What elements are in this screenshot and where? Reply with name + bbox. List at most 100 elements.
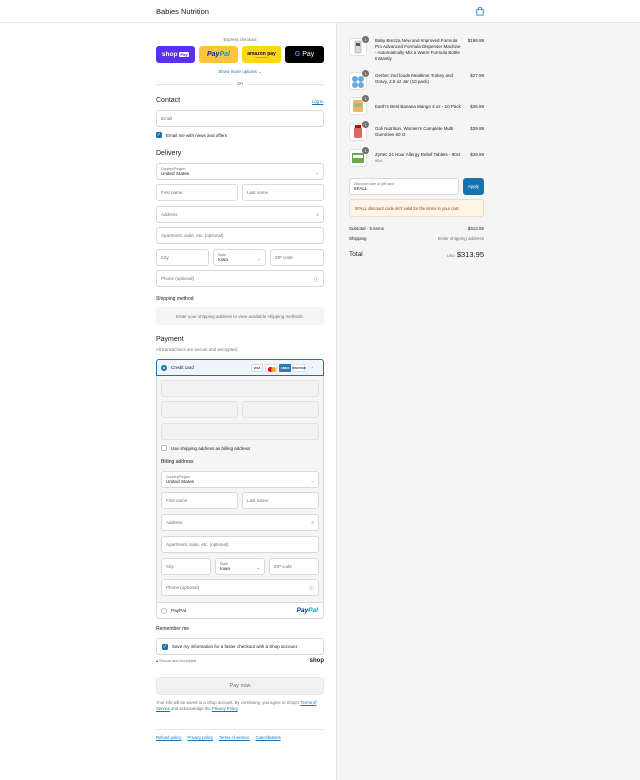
billing-last-name-placeholder: Last name <box>247 498 269 503</box>
more-cards-icon[interactable]: → <box>309 364 314 372</box>
news-checkbox-label: Email me with news and offers <box>166 132 227 138</box>
shopping-bag-icon[interactable] <box>476 7 484 16</box>
privacy-policy-link[interactable]: Privacy Policy <box>212 706 238 711</box>
billing-apartment-field[interactable]: Apartment, suite, etc. (optional) <box>161 536 319 553</box>
billing-address-heading: Billing address <box>161 459 194 465</box>
mastercard-icon <box>265 364 277 372</box>
store-name[interactable]: Babies Nutrition <box>156 7 209 16</box>
apartment-field[interactable]: Apartment, suite, etc. (optional) <box>156 227 324 244</box>
name-on-card-field[interactable] <box>161 423 319 440</box>
billing-zip-field[interactable]: ZIP code <box>269 558 319 575</box>
login-link[interactable]: Log in <box>312 99 323 104</box>
billing-same-label: Use shipping address as billing address <box>171 445 251 451</box>
billing-address-field[interactable]: Address ⌕ <box>161 514 319 531</box>
help-icon[interactable]: ⓘ <box>314 276 319 283</box>
item-price: $27.99 <box>470 73 484 78</box>
total-label: Total <box>349 251 363 258</box>
billing-last-name-field[interactable]: Last name <box>242 492 319 509</box>
city-field[interactable]: City <box>156 249 209 266</box>
billing-phone-field[interactable]: Phone (optional) ⓘ <box>161 579 319 596</box>
card-logos: VISA AMEX DISCOVER → <box>251 364 314 372</box>
billing-same-checkbox[interactable] <box>161 445 167 451</box>
item-name: Goli Nutrition, Women's Complete Multi G… <box>375 126 454 137</box>
remember-me-checkbox[interactable]: ✓ <box>162 643 168 650</box>
item-variant: 90ct <box>375 159 383 163</box>
payment-subtitle: All transactions are secure and encrypte… <box>156 347 239 352</box>
security-code-field[interactable] <box>242 401 319 418</box>
chevron-down-icon: ⌄ <box>310 478 314 483</box>
billing-state-select[interactable]: State Iowa ⌄ <box>215 558 265 575</box>
phone-field[interactable]: Phone (optional) ⓘ <box>156 270 324 287</box>
or-divider: OR <box>156 81 324 86</box>
billing-country-select[interactable]: Country/Region United States ⌄ <box>161 471 319 488</box>
first-name-field[interactable]: First name <box>156 184 238 201</box>
header: Babies Nutrition <box>0 0 640 23</box>
billing-city-field[interactable]: City <box>161 558 211 575</box>
amazon-smile-icon <box>254 56 269 58</box>
legal-text: Your info will be saved to a Shop accoun… <box>156 700 324 712</box>
shipping-method-notice: Enter your shipping address to view avai… <box>156 307 324 325</box>
billing-zip-placeholder: ZIP code <box>274 564 292 569</box>
apply-discount-button[interactable]: Apply <box>463 178 484 195</box>
country-select[interactable]: Country/Region United States ⌄ <box>156 163 324 180</box>
legal-text-2: and acknowledge the <box>171 706 211 711</box>
footer-links: Refund policy Privacy policy Terms of se… <box>156 735 281 740</box>
address-field[interactable]: Address ⌕ <box>156 206 324 223</box>
credit-card-label: Credit card <box>171 365 194 370</box>
billing-city-placeholder: City <box>166 564 174 569</box>
total-value: $313.95 <box>456 250 484 259</box>
total-value-group: USD $313.95 <box>447 250 484 259</box>
last-name-field[interactable]: Last name <box>242 184 324 201</box>
amazon-pay-button[interactable]: amazon pay <box>242 46 281 63</box>
email-placeholder: Email <box>161 116 173 121</box>
chevron-down-icon: ⌄ <box>257 256 261 261</box>
order-item: 1 Baby Brezza New and Improved Formula P… <box>349 36 484 67</box>
expiration-field[interactable] <box>161 401 238 418</box>
credit-card-panel: Use shipping address as billing address … <box>156 376 324 602</box>
shipping-method-heading: Shipping method <box>156 296 194 302</box>
discount-value: 5FALL <box>354 186 368 191</box>
terms-of-service-footer-link[interactable]: Terms of service <box>219 735 249 740</box>
amex-icon: AMEX <box>279 364 291 372</box>
country-value: United States <box>161 171 190 176</box>
zip-field[interactable]: ZIP code <box>270 249 324 266</box>
lock-icon: 🔒︎ <box>156 659 159 663</box>
paypal-express-button[interactable]: Pay Pal <box>199 46 238 63</box>
billing-same-checkbox-row[interactable]: Use shipping address as billing address <box>161 445 250 451</box>
state-value: Iowa <box>218 257 228 262</box>
cancellations-link[interactable]: Cancellations <box>255 735 280 740</box>
item-price: $29.99 <box>470 126 484 131</box>
state-select[interactable]: State Iowa ⌄ <box>213 249 266 266</box>
apartment-placeholder: Apartment, suite, etc. (optional) <box>161 233 224 238</box>
discount-error-message: 5FALL discount code isn't valid for the … <box>349 199 484 217</box>
search-icon: ⌕ <box>316 212 319 218</box>
credit-card-radio[interactable] <box>161 364 167 371</box>
credit-card-option[interactable]: Credit card VISA AMEX DISCOVER → <box>156 359 324 376</box>
shop-pay-badge: Pay <box>178 52 190 57</box>
card-number-field[interactable] <box>161 380 319 397</box>
help-icon[interactable]: ⓘ <box>309 585 314 592</box>
privacy-policy-footer-link[interactable]: Privacy policy <box>187 735 213 740</box>
show-more-options-link[interactable]: Show more options ⌄ <box>156 69 324 75</box>
billing-first-name-field[interactable]: First name <box>161 492 238 509</box>
quantity-badge: 1 <box>362 121 369 128</box>
item-name: Gerber 2nd foods Mealtime Turkey and Gra… <box>375 73 454 84</box>
google-pay-text: Pay <box>302 51 315 58</box>
shop-pay-button[interactable]: shop Pay <box>156 46 195 63</box>
first-name-placeholder: First name <box>161 190 183 195</box>
last-name-placeholder: Last name <box>247 190 269 195</box>
remember-me-option[interactable]: ✓ Save my information for a faster check… <box>156 638 324 655</box>
news-checkbox-row[interactable]: ✓ Email me with news and offers <box>156 132 227 138</box>
subtotal-row: Subtotal · 5 items $313.95 <box>349 226 484 231</box>
pay-now-button[interactable]: Pay now <box>156 677 324 695</box>
email-field[interactable]: Email <box>156 110 324 127</box>
news-checkbox[interactable]: ✓ <box>156 132 162 138</box>
express-checkout-label: Express checkout <box>223 37 257 42</box>
paypal-option[interactable]: PayPal PayPal <box>156 602 324 619</box>
google-pay-button[interactable]: G Pay <box>285 46 324 63</box>
refund-policy-link[interactable]: Refund policy <box>156 735 181 740</box>
billing-apartment-placeholder: Apartment, suite, etc. (optional) <box>166 542 229 547</box>
discount-code-field[interactable]: Discount code or gift card 5FALL <box>349 178 459 195</box>
billing-first-name-placeholder: First name <box>166 498 188 503</box>
paypal-radio[interactable] <box>161 607 167 614</box>
